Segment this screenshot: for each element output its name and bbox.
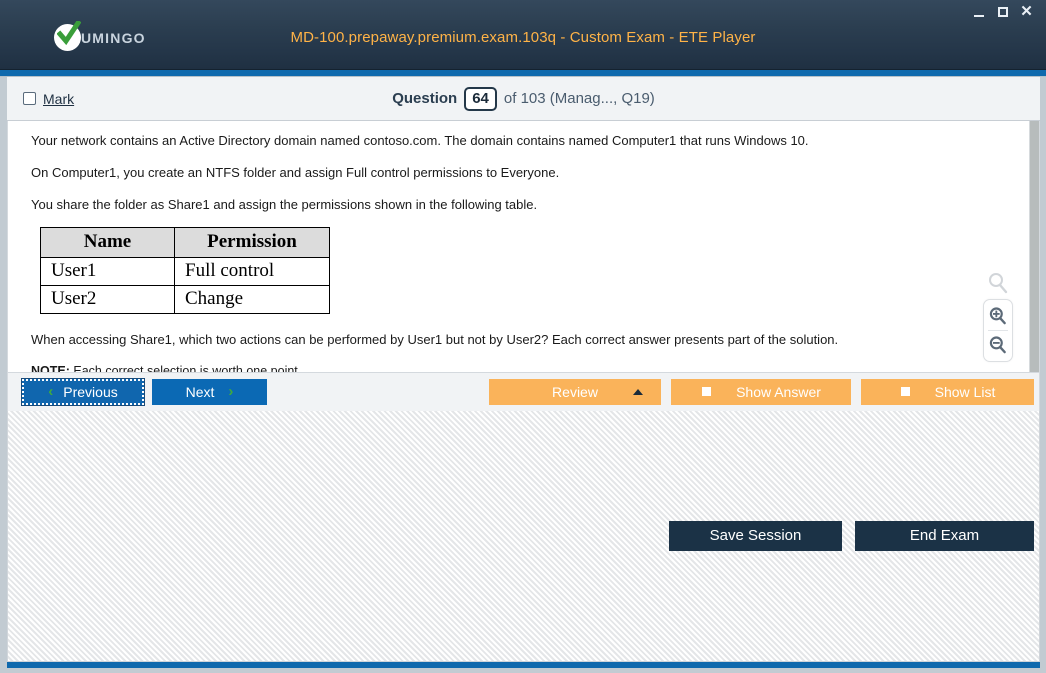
end-exam-button[interactable]: End Exam bbox=[855, 520, 1034, 551]
question-prompt: When accessing Share1, which two actions… bbox=[31, 332, 839, 347]
top-accent-stripe bbox=[0, 70, 1046, 77]
zoom-out-icon bbox=[989, 335, 1006, 353]
review-button-label: Review bbox=[552, 383, 598, 400]
minimize-icon[interactable] bbox=[971, 4, 986, 19]
show-list-button-label: Show List bbox=[934, 383, 996, 400]
content-scrollbar[interactable] bbox=[1029, 121, 1039, 372]
close-icon[interactable]: ✕ bbox=[1019, 4, 1034, 19]
mark-label: Mark bbox=[43, 90, 75, 107]
table-cell-permission: Full control bbox=[174, 257, 330, 286]
list-square-icon bbox=[899, 386, 911, 397]
zoom-out-button[interactable] bbox=[987, 334, 1009, 356]
magnifier-icon[interactable] bbox=[986, 271, 1010, 295]
permissions-table: Name Permission User1 Full control User2… bbox=[40, 227, 330, 314]
next-button-label: Next bbox=[185, 383, 215, 400]
table-header-permission: Permission bbox=[174, 227, 330, 258]
save-session-button[interactable]: Save Session bbox=[669, 520, 842, 551]
ete-player-window: ✕ UMINGO MD-100.prepaway.premium.exam.10… bbox=[0, 0, 1046, 673]
question-header: Mark Question 64 of 103 (Manag..., Q19) bbox=[7, 77, 1040, 121]
mark-checkbox[interactable] bbox=[23, 92, 36, 105]
navigation-button-bar: ‹ Previous Next › Review Show Answer Sho… bbox=[7, 372, 1040, 411]
question-paragraph-3: You share the folder as Share1 and assig… bbox=[31, 197, 538, 212]
question-counter: Question 64 of 103 (Manag..., Q19) bbox=[7, 86, 1040, 111]
table-row: User2 Change bbox=[40, 285, 330, 314]
show-answer-button[interactable]: Show Answer bbox=[671, 378, 851, 405]
note-text: Each correct selection is worth one poin… bbox=[69, 364, 302, 372]
previous-button[interactable]: ‹ Previous bbox=[21, 377, 145, 406]
table-header-row: Name Permission bbox=[40, 227, 330, 258]
question-paragraph-1: Your network contains an Active Director… bbox=[31, 133, 809, 148]
chevron-left-icon: ‹ bbox=[48, 383, 54, 400]
table-cell-name: User1 bbox=[40, 257, 175, 286]
next-button[interactable]: Next › bbox=[152, 378, 267, 405]
chevron-right-icon: › bbox=[228, 383, 234, 400]
table-cell-permission: Change bbox=[174, 285, 330, 314]
zoom-panel bbox=[983, 298, 1013, 362]
zoom-in-icon bbox=[989, 306, 1006, 324]
question-note: NOTE: Each correct selection is worth on… bbox=[31, 364, 1012, 372]
question-content-panel: Your network contains an Active Director… bbox=[7, 121, 1040, 373]
previous-button-label: Previous bbox=[63, 383, 118, 400]
note-bold-label: NOTE: bbox=[31, 364, 70, 372]
table-cell-name: User2 bbox=[40, 285, 175, 314]
footer-bar: Save Session End Exam bbox=[7, 410, 1040, 662]
zoom-in-button[interactable] bbox=[987, 305, 1009, 327]
review-button[interactable]: Review bbox=[489, 378, 661, 405]
chevron-up-icon bbox=[633, 388, 643, 395]
title-bar-inner: ✕ UMINGO MD-100.prepaway.premium.exam.10… bbox=[6, 0, 1040, 69]
mark-question-control[interactable]: Mark bbox=[23, 91, 74, 107]
table-row: User1 Full control bbox=[40, 257, 330, 286]
question-total-label: of 103 (Manag..., Q19) bbox=[503, 90, 655, 107]
show-answer-button-label: Show Answer bbox=[736, 383, 821, 400]
zoom-tools bbox=[981, 271, 1015, 362]
table-header-name: Name bbox=[40, 227, 175, 258]
question-paragraph-2: On Computer1, you create an NTFS folder … bbox=[31, 165, 560, 180]
window-bottom-edge bbox=[0, 668, 1046, 673]
question-number-input[interactable]: 64 bbox=[464, 86, 497, 111]
answer-square-icon bbox=[701, 386, 713, 397]
question-word: Question bbox=[392, 90, 458, 107]
window-controls: ✕ bbox=[971, 4, 1034, 19]
question-content-body: Your network contains an Active Director… bbox=[8, 121, 1028, 372]
title-bar: ✕ UMINGO MD-100.prepaway.premium.exam.10… bbox=[0, 0, 1046, 70]
zoom-separator bbox=[988, 329, 1008, 331]
app-title: MD-100.prepaway.premium.exam.103q - Cust… bbox=[290, 29, 756, 46]
show-list-button[interactable]: Show List bbox=[861, 378, 1034, 405]
maximize-icon[interactable] bbox=[995, 4, 1010, 19]
